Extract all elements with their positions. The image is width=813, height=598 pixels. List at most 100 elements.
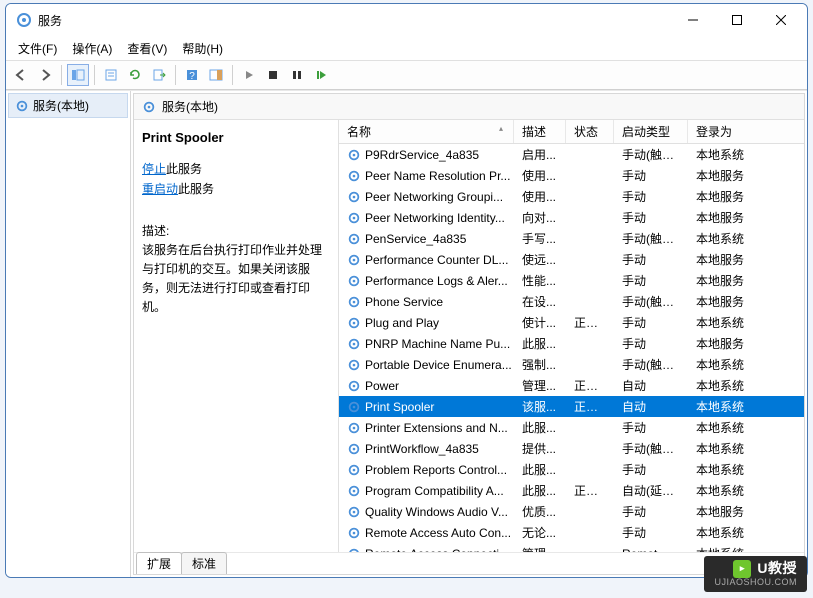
service-row[interactable]: Printer Extensions and N...此服...手动本地系统 [339,417,804,438]
cell-desc: 使用... [514,188,566,205]
col-description[interactable]: 描述 [514,120,566,143]
menu-view[interactable]: 查看(V) [121,38,173,59]
service-row[interactable]: Remote Access Connecti...管理...Remot...本地… [339,543,804,552]
cell-desc: 此服... [514,419,566,436]
cell-startup: 手动 [614,461,688,478]
action-pane-button[interactable] [205,64,227,86]
show-hide-tree-button[interactable] [67,64,89,86]
watermark: ▸U教授 UJIAOSHOU.COM [704,556,807,592]
service-row[interactable]: Power管理...正在...自动本地系统 [339,375,804,396]
menu-action[interactable]: 操作(A) [66,38,118,59]
gear-icon [347,421,361,435]
cell-startup: 手动 [614,167,688,184]
menu-file[interactable]: 文件(F) [12,38,63,59]
cell-name: Print Spooler [339,400,514,414]
description-text: 该服务在后台执行打印作业并处理与打印机的交互。如果关闭该服务，则无法进行打印或查… [142,241,330,318]
cell-status: 正在... [566,482,614,499]
minimize-button[interactable] [671,5,715,35]
maximize-button[interactable] [715,5,759,35]
cell-logon: 本地服务 [688,167,758,184]
cell-startup: 手动 [614,314,688,331]
back-button[interactable] [10,64,32,86]
svg-text:?: ? [189,71,195,82]
cell-name: Program Compatibility A... [339,484,514,498]
watermark-icon: ▸ [733,560,751,578]
cell-startup: 手动 [614,335,688,352]
start-service-button[interactable] [238,64,260,86]
gear-icon [347,442,361,456]
cell-startup: 手动 [614,272,688,289]
cell-name: Phone Service [339,295,514,309]
separator [232,65,233,85]
close-button[interactable] [759,5,803,35]
service-row[interactable]: Performance Logs & Aler...性能...手动本地服务 [339,270,804,291]
service-row[interactable]: Peer Networking Groupi...使用...手动本地服务 [339,186,804,207]
service-row[interactable]: Performance Counter DL...使远...手动本地服务 [339,249,804,270]
gear-icon [142,100,156,114]
service-row[interactable]: Plug and Play使计...正在...手动本地系统 [339,312,804,333]
cell-name: Quality Windows Audio V... [339,505,514,519]
sort-indicator-icon: ▴ [499,124,503,133]
cell-desc: 使用... [514,167,566,184]
watermark-brand: U教授 [757,561,797,576]
export-button[interactable] [148,64,170,86]
cell-logon: 本地服务 [688,251,758,268]
col-startup[interactable]: 启动类型 [614,120,688,143]
service-row[interactable]: Problem Reports Control...此服...手动本地系统 [339,459,804,480]
titlebar: 服务 [6,4,807,36]
app-icon [16,12,32,28]
cell-name: Printer Extensions and N... [339,421,514,435]
service-row[interactable]: Quality Windows Audio V...优质...手动本地服务 [339,501,804,522]
cell-name: PrintWorkflow_4a835 [339,442,514,456]
cell-status: 正在... [566,314,614,331]
col-name[interactable]: 名称▴ [339,120,514,143]
cell-startup: 手动(触发... [614,356,688,373]
service-row[interactable]: Remote Access Auto Con...无论...手动本地系统 [339,522,804,543]
gear-icon [347,148,361,162]
gear-icon [347,274,361,288]
pause-service-button[interactable] [286,64,308,86]
cell-desc: 优质... [514,503,566,520]
service-row[interactable]: PNRP Machine Name Pu...此服...手动本地服务 [339,333,804,354]
cell-desc: 使远... [514,251,566,268]
cell-startup: 自动 [614,398,688,415]
restart-link[interactable]: 重启动 [142,182,178,196]
cell-name: Peer Networking Groupi... [339,190,514,204]
gear-icon [347,358,361,372]
service-row[interactable]: P9RdrService_4a835启用...手动(触发...本地系统 [339,144,804,165]
content-title: 服务(本地) [162,98,218,115]
cell-desc: 管理... [514,545,566,552]
tab-standard[interactable]: 标准 [181,552,227,574]
properties-button[interactable] [100,64,122,86]
stop-link[interactable]: 停止 [142,162,166,176]
nav-services-local[interactable]: 服务(本地) [8,93,128,118]
service-row[interactable]: Peer Networking Identity...向对...手动本地服务 [339,207,804,228]
service-row[interactable]: Print Spooler该服...正在...自动本地系统 [339,396,804,417]
service-row[interactable]: Peer Name Resolution Pr...使用...手动本地服务 [339,165,804,186]
service-row[interactable]: Program Compatibility A...此服...正在...自动(延… [339,480,804,501]
menubar: 文件(F) 操作(A) 查看(V) 帮助(H) [6,36,807,60]
gear-icon [347,253,361,267]
refresh-button[interactable] [124,64,146,86]
service-row[interactable]: PrintWorkflow_4a835提供...手动(触发...本地系统 [339,438,804,459]
service-row[interactable]: Phone Service在设...手动(触发...本地服务 [339,291,804,312]
col-status[interactable]: 状态 [566,120,614,143]
cell-name: Remote Access Auto Con... [339,526,514,540]
service-row[interactable]: PenService_4a835手写...手动(触发...本地系统 [339,228,804,249]
gear-icon [347,295,361,309]
service-row[interactable]: Portable Device Enumera...强制...手动(触发...本… [339,354,804,375]
stop-service-button[interactable] [262,64,284,86]
cell-name: PNRP Machine Name Pu... [339,337,514,351]
cell-logon: 本地服务 [688,188,758,205]
cell-startup: 手动 [614,524,688,541]
help-button[interactable]: ? [181,64,203,86]
tab-extended[interactable]: 扩展 [136,552,182,574]
services-window: 服务 文件(F) 操作(A) 查看(V) 帮助(H) ? 服务(本地) [5,3,808,578]
cell-logon: 本地系统 [688,419,758,436]
forward-button[interactable] [34,64,56,86]
menu-help[interactable]: 帮助(H) [176,38,229,59]
description-label: 描述: [142,222,330,239]
column-headers: 名称▴ 描述 状态 启动类型 登录为 [339,120,804,144]
restart-service-button[interactable] [310,64,332,86]
col-logon[interactable]: 登录为 [688,120,758,143]
